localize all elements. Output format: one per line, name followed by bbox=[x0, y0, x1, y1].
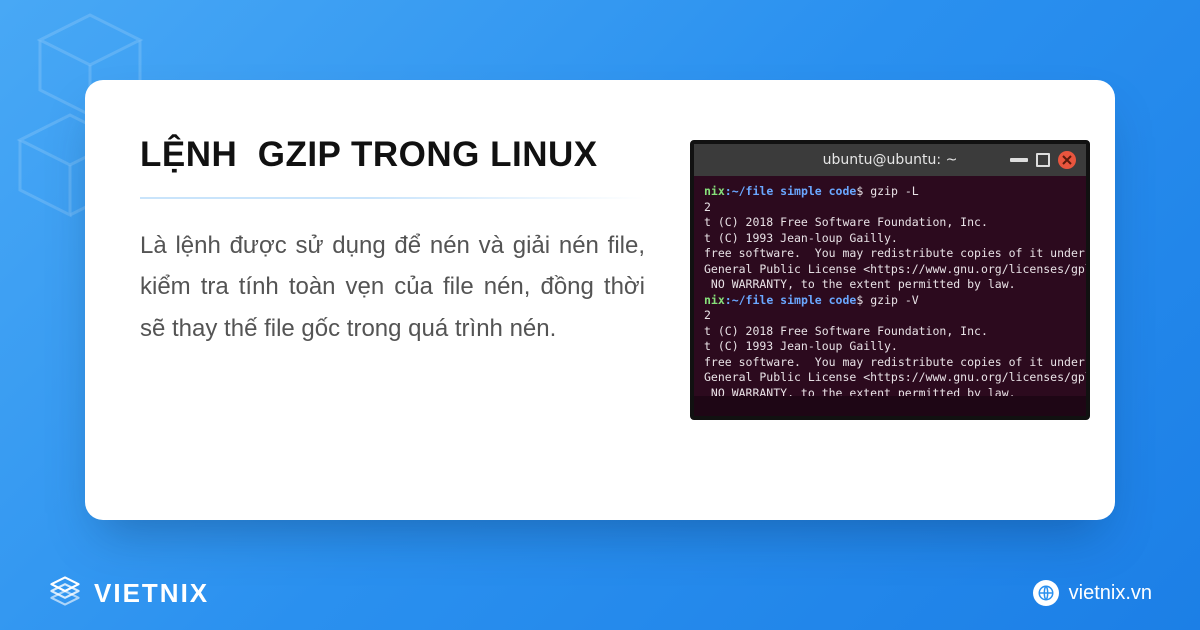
description: Là lệnh được sử dụng để nén và giải nén … bbox=[140, 225, 645, 349]
out-line: General Public License <https://www.gnu.… bbox=[704, 262, 1086, 276]
divider bbox=[140, 197, 645, 199]
terminal-footer-strip bbox=[694, 396, 1086, 416]
prompt-symbol: $ bbox=[856, 293, 863, 307]
out-line: t (C) 2018 Free Software Foundation, Inc… bbox=[704, 215, 988, 229]
brand-name: VIETNIX bbox=[94, 578, 209, 609]
window-controls bbox=[1010, 151, 1076, 169]
out-line: t (C) 2018 Free Software Foundation, Inc… bbox=[704, 324, 988, 338]
out-line: free software. You may redistribute copi… bbox=[704, 355, 1086, 369]
out-line: NO WARRANTY, to the extent permitted by … bbox=[704, 386, 1016, 396]
cmd-2: gzip -V bbox=[870, 293, 918, 307]
brand-logo-icon bbox=[48, 574, 82, 613]
out-line: 2 bbox=[704, 200, 711, 214]
brand: VIETNIX bbox=[48, 574, 209, 613]
out-line: NO WARRANTY, to the extent permitted by … bbox=[704, 277, 1016, 291]
title-strong: GZIP TRONG LINUX bbox=[258, 135, 598, 174]
prompt-user: nix bbox=[704, 184, 725, 198]
site-link[interactable]: vietnix.vn bbox=[1033, 580, 1152, 606]
prompt-path: :~/file simple code bbox=[725, 184, 857, 198]
globe-icon bbox=[1033, 580, 1059, 606]
title-prefix: LỆNH bbox=[140, 135, 237, 174]
content-card: LỆNH GZIP TRONG LINUX Là lệnh được sử dụ… bbox=[85, 80, 1115, 520]
cmd-1: gzip -L bbox=[870, 184, 918, 198]
terminal-screenshot: ubuntu@ubuntu: ~ nix:~/file simple code$… bbox=[690, 140, 1090, 420]
prompt-path: :~/file simple code bbox=[725, 293, 857, 307]
page-title: LỆNH GZIP TRONG LINUX bbox=[140, 135, 645, 175]
prompt-user: nix bbox=[704, 293, 725, 307]
out-line: free software. You may redistribute copi… bbox=[704, 246, 1086, 260]
terminal-titlebar: ubuntu@ubuntu: ~ bbox=[694, 144, 1086, 176]
text-column: LỆNH GZIP TRONG LINUX Là lệnh được sử dụ… bbox=[140, 135, 645, 470]
terminal-title: ubuntu@ubuntu: ~ bbox=[823, 152, 958, 168]
out-line: 2 bbox=[704, 308, 711, 322]
out-line: General Public License <https://www.gnu.… bbox=[704, 370, 1086, 384]
footer: VIETNIX vietnix.vn bbox=[0, 566, 1200, 630]
terminal-body: nix:~/file simple code$ gzip -L 2 t (C) … bbox=[694, 176, 1086, 396]
out-line: t (C) 1993 Jean-loup Gailly. bbox=[704, 339, 898, 353]
page: LỆNH GZIP TRONG LINUX Là lệnh được sử dụ… bbox=[0, 0, 1200, 630]
close-icon[interactable] bbox=[1058, 151, 1076, 169]
out-line: t (C) 1993 Jean-loup Gailly. bbox=[704, 231, 898, 245]
minimize-icon[interactable] bbox=[1010, 158, 1028, 162]
maximize-icon[interactable] bbox=[1036, 153, 1050, 167]
site-url: vietnix.vn bbox=[1069, 582, 1152, 605]
prompt-symbol: $ bbox=[856, 184, 863, 198]
